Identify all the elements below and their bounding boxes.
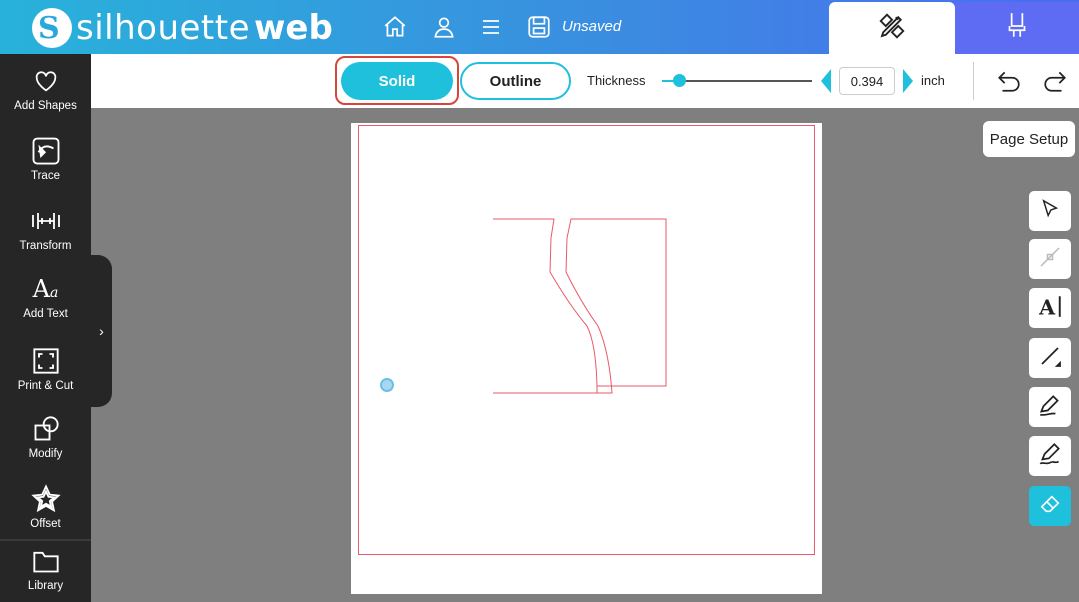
- unit-label: inch: [921, 73, 945, 88]
- thickness-decrease-button[interactable]: [821, 69, 831, 93]
- logo-text-web: web: [254, 8, 333, 48]
- svg-text:A: A: [1038, 295, 1056, 318]
- eraser-tool-button[interactable]: [1029, 486, 1071, 526]
- text-tool-button[interactable]: A: [1029, 288, 1071, 328]
- left-sidebar: Add Shapes Trace Transform Aa Add Text P…: [0, 54, 91, 602]
- app-logo: S silhouette web: [32, 8, 333, 48]
- line-tool-icon: [1038, 344, 1062, 373]
- freehand-tool-button[interactable]: [1029, 436, 1071, 476]
- select-tool-button[interactable]: [1029, 191, 1071, 231]
- undo-icon[interactable]: [995, 67, 1023, 95]
- sidebar-item-print-cut[interactable]: Print & Cut: [0, 344, 91, 404]
- trace-icon: [0, 134, 91, 168]
- print-cut-icon: [0, 344, 91, 378]
- thickness-label: Thickness: [587, 73, 646, 88]
- home-icon[interactable]: [379, 11, 411, 43]
- text-tool-icon: A: [1037, 293, 1063, 324]
- folder-icon: [0, 544, 91, 578]
- logo-text-silhouette: silhouette: [76, 8, 251, 48]
- solid-button[interactable]: Solid: [341, 62, 453, 100]
- top-bar: S silhouette web Unsaved: [0, 0, 1079, 54]
- pen-tool-button[interactable]: [1029, 387, 1071, 427]
- toolbar-divider: [973, 62, 974, 100]
- outline-button[interactable]: Outline: [460, 62, 571, 100]
- save-status: Unsaved: [562, 18, 622, 35]
- pencil-ruler-icon: [877, 11, 907, 46]
- node-edit-icon: [1038, 245, 1062, 274]
- thickness-slider-handle[interactable]: [673, 74, 686, 87]
- chevron-right-icon: ›: [99, 323, 104, 339]
- tab-send[interactable]: [955, 2, 1079, 54]
- thickness-increase-button[interactable]: [903, 69, 913, 93]
- blade-icon: [1004, 11, 1030, 46]
- sidebar-divider: [0, 539, 91, 541]
- sidebar-item-add-text[interactable]: Aa Add Text: [0, 272, 91, 332]
- line-tool-button[interactable]: [1029, 338, 1071, 378]
- page-setup-button[interactable]: Page Setup: [983, 121, 1075, 157]
- heart-icon: [0, 64, 91, 98]
- redo-icon[interactable]: [1041, 67, 1069, 95]
- user-icon[interactable]: [428, 11, 460, 43]
- save-icon[interactable]: [523, 11, 555, 43]
- logo-mark: S: [32, 8, 72, 48]
- tab-design[interactable]: [829, 2, 955, 54]
- thickness-input[interactable]: [839, 67, 895, 95]
- menu-icon[interactable]: [475, 11, 507, 43]
- eraser-icon: [1039, 493, 1061, 520]
- sidebar-expand-handle[interactable]: ›: [91, 255, 112, 407]
- sidebar-item-add-shapes[interactable]: Add Shapes: [0, 64, 91, 124]
- text-icon: Aa: [32, 275, 59, 303]
- pen-tool-icon: [1037, 392, 1063, 423]
- cursor-indicator: [380, 378, 394, 392]
- sidebar-item-trace[interactable]: Trace: [0, 134, 91, 194]
- sidebar-item-offset[interactable]: Offset: [0, 482, 91, 542]
- sidebar-item-modify[interactable]: Modify: [0, 412, 91, 472]
- modify-icon: [0, 412, 91, 446]
- design-shape[interactable]: [490, 216, 670, 398]
- sidebar-item-transform[interactable]: Transform: [0, 204, 91, 264]
- freehand-tool-icon: [1037, 441, 1063, 472]
- star-icon: [0, 482, 91, 516]
- sidebar-item-library[interactable]: Library: [0, 544, 91, 602]
- select-icon: [1039, 198, 1061, 225]
- node-edit-tool-button[interactable]: [1029, 239, 1071, 279]
- transform-icon: [0, 204, 91, 238]
